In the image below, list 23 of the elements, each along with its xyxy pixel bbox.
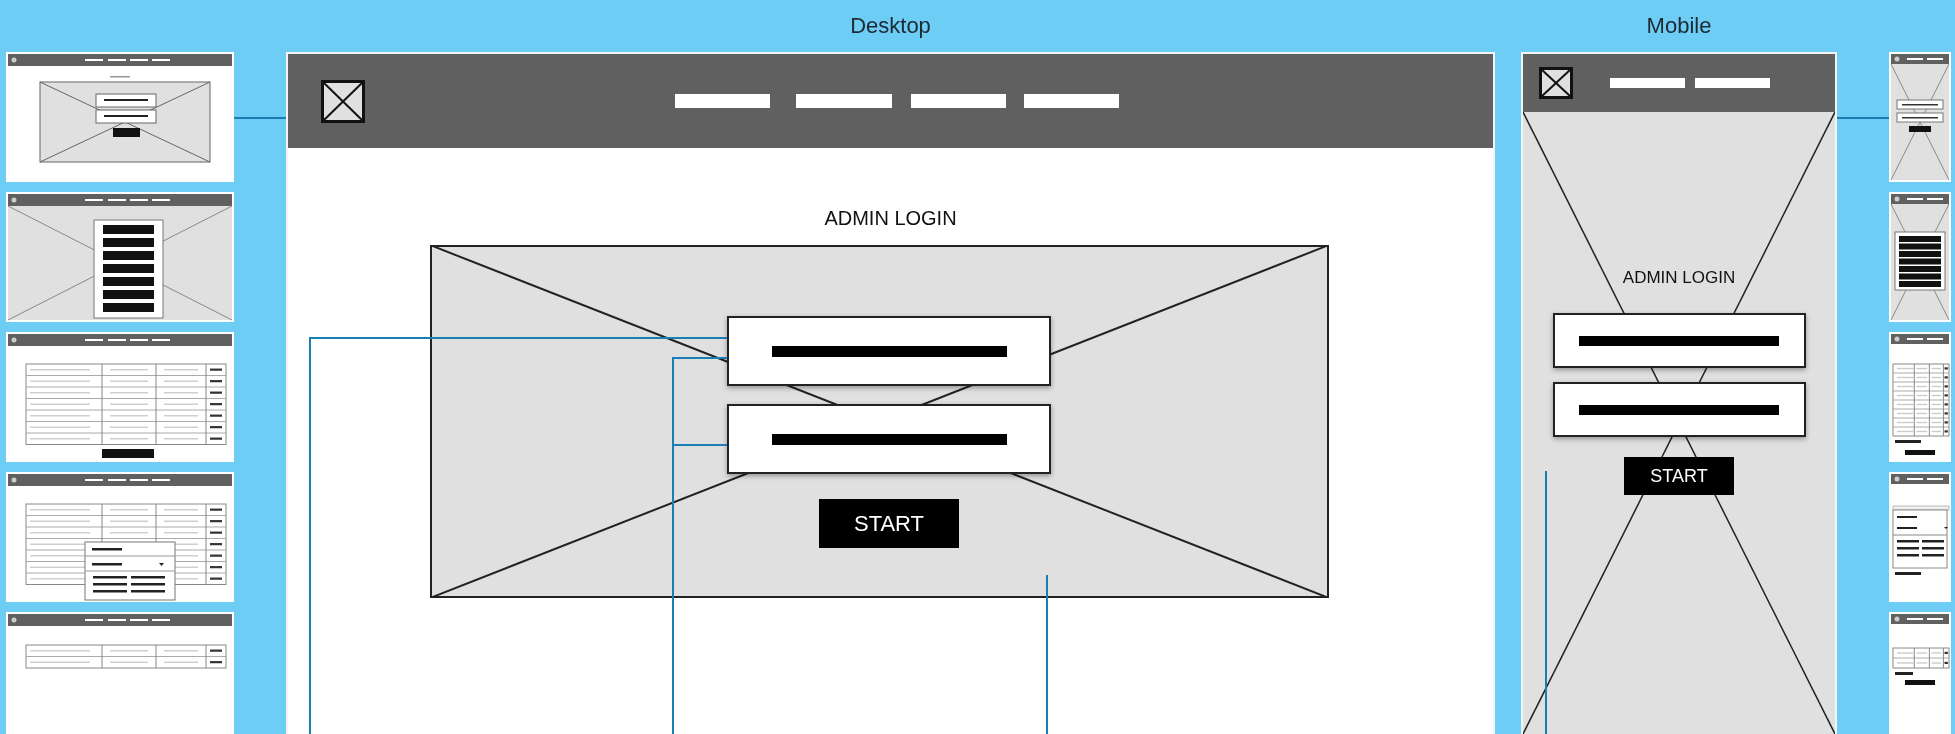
screen-thumbnail-drawing[interactable] bbox=[6, 612, 234, 734]
connector-line bbox=[233, 117, 287, 119]
screen-thumbnail-drawing[interactable] bbox=[1889, 192, 1951, 322]
input-field[interactable] bbox=[727, 316, 1051, 386]
screen-thumbnail-drawing[interactable] bbox=[6, 332, 234, 462]
page-title: ADMIN LOGIN bbox=[824, 206, 957, 230]
screen-thumbnail-drawing[interactable] bbox=[6, 472, 234, 602]
screen-thumbnail-drawing[interactable] bbox=[1889, 612, 1951, 734]
screen-thumbnail-drawing[interactable] bbox=[1889, 332, 1951, 462]
screen-thumbnail-drawing[interactable] bbox=[1889, 472, 1951, 602]
input-field[interactable] bbox=[727, 404, 1051, 474]
section-label: Mobile bbox=[1646, 13, 1712, 39]
start-button[interactable]: START bbox=[1624, 457, 1734, 495]
screen-thumbnail-drawing[interactable] bbox=[6, 192, 234, 322]
image-placeholder-icon bbox=[321, 79, 365, 123]
start-button[interactable]: START bbox=[819, 499, 959, 548]
screen-thumbnail-drawing[interactable] bbox=[6, 52, 234, 182]
section-label: Desktop bbox=[850, 13, 931, 39]
input-field[interactable] bbox=[1552, 382, 1806, 437]
screen-thumbnail-drawing[interactable] bbox=[1889, 52, 1951, 182]
image-placeholder-icon bbox=[1539, 67, 1573, 99]
input-field[interactable] bbox=[1552, 313, 1806, 368]
connector-line bbox=[1836, 117, 1890, 119]
